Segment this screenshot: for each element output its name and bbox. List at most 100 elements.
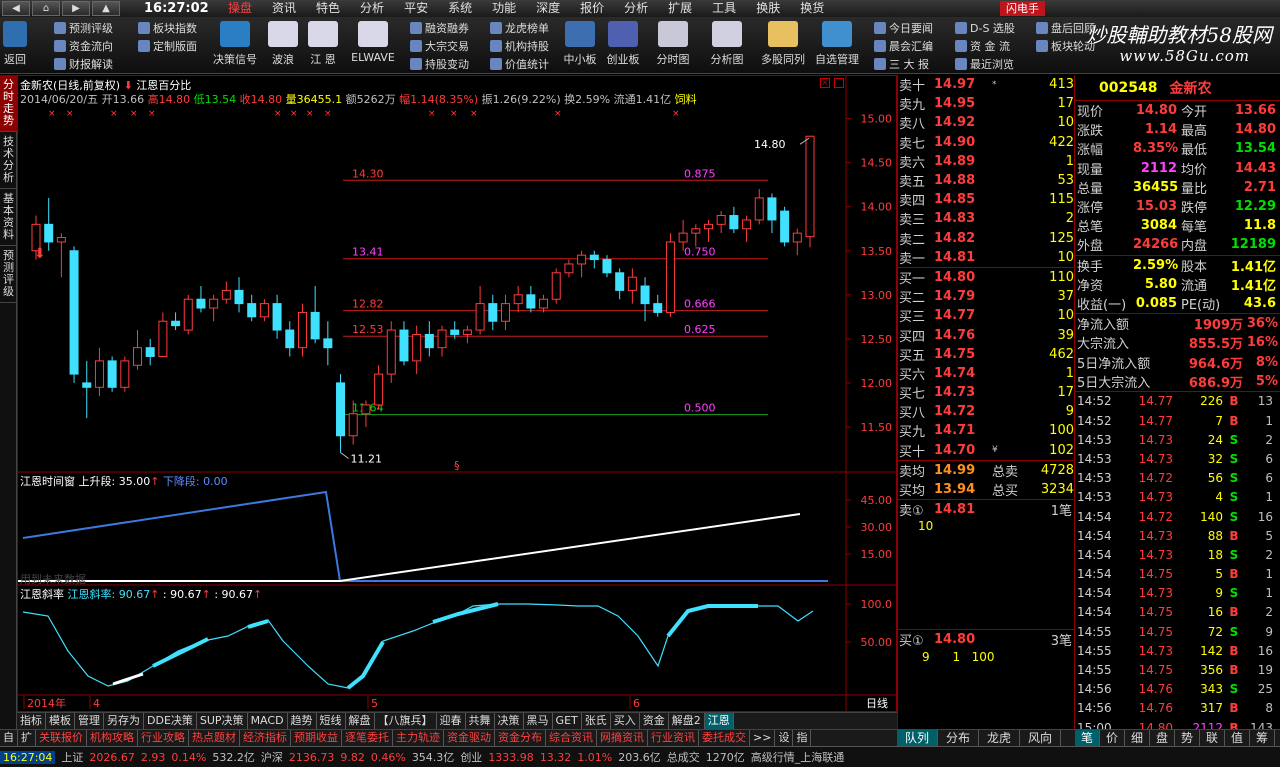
menu-item[interactable]: 报价 [570, 0, 614, 17]
candlestick-chart[interactable]: 15.00 14.50 14.00 13.50 13.00 12.50 12.00 11.50… [18, 76, 896, 711]
shortcut-tab[interactable]: 自 [0, 730, 18, 746]
quote-tab[interactable]: 联 [1200, 730, 1225, 746]
indicator-tab[interactable]: 买入 [611, 713, 640, 729]
toolbar-button[interactable]: 创业板 [598, 17, 648, 74]
menu-item[interactable]: 换肤 [746, 0, 790, 17]
order-row[interactable]: 买七 14.73 17 [898, 383, 1074, 402]
indicator-tab[interactable]: 趋势 [288, 713, 317, 729]
shortcut-tab[interactable]: 热点题材 [189, 730, 240, 746]
shortcut-tab[interactable]: 设 [775, 730, 794, 746]
menu-item[interactable]: 工具 [702, 0, 746, 17]
shortcut-tab[interactable]: 综合资讯 [546, 730, 597, 746]
toolbar-button[interactable]: 分析图 [702, 17, 752, 74]
indicator-tab[interactable]: 黑马 [524, 713, 553, 729]
order-row[interactable]: 卖一 14.81 10 [898, 248, 1074, 267]
order-row[interactable]: 买四 14.76 39 [898, 325, 1074, 345]
shortcut-tab[interactable]: 指 [793, 730, 812, 746]
order-row[interactable]: 卖二 14.82 125 [898, 229, 1074, 248]
toolbar-button[interactable]: 江 恩 [298, 17, 348, 74]
order-row[interactable]: 卖五 14.88 53 [898, 171, 1074, 190]
book-tab[interactable]: 龙虎 [979, 730, 1021, 746]
menu-item[interactable]: 特色 [306, 0, 350, 17]
menu-item[interactable]: 功能 [482, 0, 526, 17]
shortcut-tab[interactable]: 资金分布 [495, 730, 546, 746]
shortcut-tab[interactable]: 网摘资讯 [597, 730, 648, 746]
menu-item[interactable]: 系统 [438, 0, 482, 17]
indicator-tab[interactable]: 指标 [17, 713, 46, 729]
menu-item[interactable]: 平安 [394, 0, 438, 17]
order-row[interactable]: 卖四 14.85 115 [898, 190, 1074, 209]
order-row[interactable]: 卖六 14.89 1 [898, 152, 1074, 171]
indicator-tab[interactable]: 解盘2 [669, 713, 705, 729]
order-row[interactable]: 买三 14.77 10 [898, 306, 1074, 325]
indicator-tab[interactable]: 决策 [495, 713, 524, 729]
home-icon[interactable]: ⌂ [32, 1, 60, 16]
order-row[interactable]: 买一 14.80 110 [898, 268, 1074, 287]
shortcut-tab[interactable]: 委托成交 [699, 730, 750, 746]
menu-item[interactable]: 分析 [350, 0, 394, 17]
toolbar-link[interactable]: 预测评级 [54, 20, 113, 36]
indicator-tab[interactable]: 另存为 [104, 713, 144, 729]
shortcut-tab[interactable]: 机构攻略 [87, 730, 138, 746]
book-tab[interactable]: 风向 [1020, 730, 1062, 746]
shortcut-tab[interactable]: 预期收益 [291, 730, 342, 746]
shortcut-tab[interactable]: 行业攻略 [138, 730, 189, 746]
toolbar-link[interactable]: 融资融券 [410, 20, 469, 36]
order-row[interactable]: 买二 14.79 37 [898, 287, 1074, 306]
quote-tab[interactable]: 细 [1125, 730, 1150, 746]
book-tab[interactable]: 队列 [897, 730, 939, 746]
forward-nav-icon[interactable]: ▶ [62, 1, 90, 16]
toolbar-link[interactable]: 三 大 报 [874, 56, 929, 72]
toolbar-link[interactable]: 资金流向 [54, 38, 113, 54]
toolbar-link[interactable]: 大宗交易 [410, 38, 469, 54]
menu-item[interactable]: 扩展 [658, 0, 702, 17]
menu-item[interactable]: 深度 [526, 0, 570, 17]
quote-tab[interactable]: 筹 [1250, 730, 1275, 746]
shortcut-tab[interactable]: 扩 [18, 730, 36, 746]
order-row[interactable]: 买五 14.75 462 [898, 345, 1074, 364]
book-tab[interactable]: 分布 [938, 730, 980, 746]
order-row[interactable]: 卖九 14.95 17 [898, 94, 1074, 113]
vertical-tab[interactable]: 技术分析 [0, 132, 17, 189]
vertical-tab[interactable]: 基本资料 [0, 189, 17, 246]
menu-item[interactable]: 换货 [790, 0, 834, 17]
indicator-tab[interactable]: GET [553, 713, 582, 729]
indicator-tab[interactable]: 迎春 [437, 713, 466, 729]
shortcut-tab[interactable]: 行业资讯 [648, 730, 699, 746]
shortcut-tab[interactable]: 资金驱动 [444, 730, 495, 746]
shortcut-tab[interactable]: 逐笔委托 [342, 730, 393, 746]
order-row[interactable]: 买六 14.74 1 [898, 364, 1074, 383]
order-row[interactable]: 买十 14.70 ¥102 [898, 441, 1074, 460]
indicator-tab[interactable]: 江恩 [704, 713, 734, 729]
toolbar-link[interactable]: 最近浏览 [955, 56, 1014, 72]
quote-tab[interactable]: 笔 [1075, 730, 1100, 746]
vertical-tab[interactable]: 分时走势 [0, 75, 17, 132]
toolbar-link[interactable]: 定制版面 [138, 38, 197, 54]
toolbar-link[interactable]: 资 金 流 [955, 38, 1010, 54]
indicator-tab[interactable]: SUP决策 [197, 713, 248, 729]
order-row[interactable]: 买九 14.71 100 [898, 421, 1074, 440]
indicator-tab[interactable]: 【八旗兵】 [375, 713, 437, 729]
indicator-tab[interactable]: MACD [248, 713, 288, 729]
toolbar-link[interactable]: 晨会汇编 [874, 38, 933, 54]
toolbar-button[interactable]: 多股同列 [758, 17, 808, 74]
quote-tab[interactable]: 盘 [1150, 730, 1175, 746]
order-row[interactable]: 卖三 14.83 2 [898, 209, 1074, 228]
indicator-tab[interactable]: DDE决策 [144, 713, 197, 729]
quote-tab[interactable]: 价 [1100, 730, 1125, 746]
toolbar-link[interactable]: 持股变动 [410, 56, 469, 72]
toolbar-button[interactable]: ELWAVE [348, 17, 398, 74]
indicator-tab[interactable]: 管理 [75, 713, 104, 729]
order-row[interactable]: 卖七 14.90 422 [898, 133, 1074, 152]
toolbar-button[interactable]: 分时图 [648, 17, 698, 74]
order-row[interactable]: 买八 14.72 9 [898, 402, 1074, 421]
toolbar-button[interactable]: 决策信号 [210, 17, 260, 74]
menu-item[interactable]: 资讯 [262, 0, 306, 17]
order-row[interactable]: 卖十 14.97 * 413 [898, 75, 1074, 94]
toolbar-link[interactable]: 财报解读 [54, 56, 113, 72]
indicator-tab[interactable]: 短线 [317, 713, 346, 729]
quote-tab[interactable]: 势 [1175, 730, 1200, 746]
indicator-tab[interactable]: 模板 [46, 713, 75, 729]
toolbar-link[interactable]: 机构持股 [490, 38, 549, 54]
buy1-queue[interactable]: 买① 14.80 3笔 [898, 630, 1074, 649]
